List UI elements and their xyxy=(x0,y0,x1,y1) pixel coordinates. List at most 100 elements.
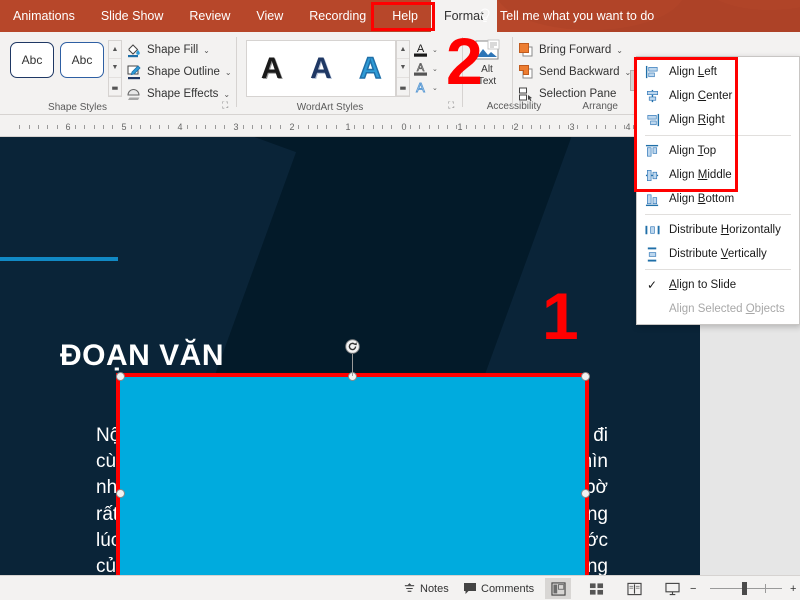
wordart-scroll-more[interactable]: ▃ xyxy=(397,78,409,96)
ruler-mark xyxy=(428,125,430,129)
ruler-mark xyxy=(493,125,495,129)
chevron-down-icon[interactable]: ⌄ xyxy=(225,68,232,77)
ribbon-tab-view[interactable]: View xyxy=(243,0,296,32)
comments-button[interactable]: Comments xyxy=(463,580,534,597)
wordart-preset-3[interactable]: A xyxy=(359,52,382,84)
rotation-handle-stem xyxy=(352,354,353,376)
resize-handle-middle-left[interactable] xyxy=(116,489,125,498)
send-backward-label: Send Backward xyxy=(539,66,620,78)
menu-item-align-middle[interactable]: Align Middle xyxy=(637,163,799,187)
ribbon-tab-help[interactable]: Help xyxy=(379,0,431,32)
align-right-icon xyxy=(641,113,663,128)
resize-handle-middle-right[interactable] xyxy=(581,489,590,498)
shape-outline-button[interactable]: Shape Outline ⌄ xyxy=(126,62,232,82)
wordart-gallery-scroll[interactable]: ▲ ▼ ▃ xyxy=(396,40,410,97)
text-outline-button[interactable]: A ⌄ xyxy=(412,59,446,78)
arrange-group-label: Arrange xyxy=(582,101,618,112)
tell-me-box[interactable]: Tell me what you want to do xyxy=(478,0,654,32)
menu-item-align-left[interactable]: Align Left xyxy=(637,60,799,84)
ruler-mark xyxy=(93,125,95,129)
text-effects-button[interactable]: A ⌄ xyxy=(412,78,446,97)
resize-handle-top-right[interactable] xyxy=(581,372,590,381)
zoom-in-button[interactable]: + xyxy=(790,580,796,597)
ruler-mark xyxy=(558,125,560,129)
ribbon-tab-slide-show[interactable]: Slide Show xyxy=(88,0,177,32)
ruler-mark xyxy=(103,125,104,129)
ribbon-tab-animations[interactable]: Animations xyxy=(0,0,88,32)
shape-styles-gallery-scroll[interactable]: ▲ ▼ ▃ xyxy=(108,40,122,97)
gallery-scroll-down[interactable]: ▼ xyxy=(109,59,121,78)
annotation-number-1: 1 xyxy=(542,279,579,353)
menu-item-label: Distribute Horizontally xyxy=(669,224,781,236)
wordart-scroll-up[interactable]: ▲ xyxy=(397,41,409,60)
ruler-mark xyxy=(84,125,86,129)
zoom-out-label: − xyxy=(690,582,697,595)
view-button-normal[interactable] xyxy=(545,578,571,599)
text-effects-icon: A xyxy=(416,80,426,96)
selection-highlight-box xyxy=(116,373,589,600)
menu-item-align-top[interactable]: Align Top xyxy=(637,139,799,163)
tab-strip[interactable]: Animations Slide Show Review View Recording H… xyxy=(0,0,497,32)
align-top-icon xyxy=(641,144,663,159)
svg-text:A: A xyxy=(417,62,425,74)
chevron-down-icon[interactable]: ⌄ xyxy=(432,84,438,92)
ruler-mark xyxy=(354,125,356,129)
notes-button[interactable]: Notes xyxy=(403,580,449,597)
rotation-handle-icon[interactable] xyxy=(345,339,360,354)
ruler-mark xyxy=(484,125,486,129)
wordart-preset-1[interactable]: A xyxy=(261,53,283,84)
chevron-down-icon[interactable]: ⌄ xyxy=(432,65,438,73)
ruler-mark xyxy=(37,125,39,129)
chevron-down-icon[interactable]: ⌄ xyxy=(432,46,438,54)
menu-item-align-to-slide[interactable]: ✓ Align to Slide xyxy=(637,273,799,297)
gallery-scroll-more[interactable]: ▃ xyxy=(109,78,121,96)
menu-item-label: Align Bottom xyxy=(669,193,735,205)
wordart-scroll-down[interactable]: ▼ xyxy=(397,59,409,78)
wordart-dialog-launcher[interactable]: ⛶ xyxy=(448,100,454,111)
menu-item-align-bottom[interactable]: Align Bottom xyxy=(637,187,799,211)
resize-handle-top-left[interactable] xyxy=(116,372,125,381)
zoom-slider-thumb[interactable] xyxy=(742,582,747,595)
ribbon-tab-recording[interactable]: Recording xyxy=(296,0,379,32)
menu-item-align-center[interactable]: Align Center xyxy=(637,84,799,108)
ribbon-tab-review[interactable]: Review xyxy=(176,0,243,32)
shape-style-preset-2[interactable]: Abc xyxy=(60,42,104,78)
annotation-number-2: 2 xyxy=(446,24,483,98)
wordart-gallery[interactable]: A A A xyxy=(246,40,396,97)
view-button-slide-show[interactable] xyxy=(659,578,685,599)
ruler-mark xyxy=(363,125,365,129)
ribbon-group-shape-styles: Abc Abc ▲ ▼ ▃ Shape Styles xyxy=(0,32,122,115)
slide-title[interactable]: ĐOẠN VĂN xyxy=(60,339,224,373)
shape-effects-label: Shape Effects xyxy=(147,88,219,100)
paint-bucket-icon xyxy=(128,44,140,58)
chevron-down-icon[interactable]: ⌄ xyxy=(223,90,230,99)
menu-item-distribute-horizontally[interactable]: Distribute Horizontally xyxy=(637,218,799,242)
ruler-label: 2 xyxy=(513,122,519,132)
view-button-reading[interactable] xyxy=(621,578,647,599)
comments-label: Comments xyxy=(481,582,535,595)
send-backward-button[interactable]: Send Backward ⌄ xyxy=(518,62,631,82)
lightbulb-icon xyxy=(480,8,490,22)
ruler-mark xyxy=(28,125,30,129)
align-bottom-icon xyxy=(641,192,663,207)
text-fill-button[interactable]: A ⌄ xyxy=(412,40,446,59)
ruler-label: 2 xyxy=(289,122,295,132)
view-button-slide-sorter[interactable] xyxy=(583,578,609,599)
tell-me-label: Tell me what you want to do xyxy=(500,9,655,23)
shape-style-preset-1[interactable]: Abc xyxy=(10,42,54,78)
menu-item-distribute-vertically[interactable]: Distribute Vertically xyxy=(637,242,799,266)
gallery-scroll-up[interactable]: ▲ xyxy=(109,41,121,60)
zoom-out-button[interactable]: − xyxy=(690,580,696,597)
wordart-preset-2[interactable]: A xyxy=(310,53,332,84)
shape-styles-dialog-launcher[interactable]: ⛶ xyxy=(222,100,228,111)
shape-effects-button[interactable]: Shape Effects ⌄ xyxy=(126,84,230,104)
chevron-down-icon[interactable]: ⌄ xyxy=(203,46,210,55)
bring-forward-button[interactable]: Bring Forward ⌄ xyxy=(518,40,623,60)
menu-item-align-right[interactable]: Align Right xyxy=(637,108,799,132)
align-dropdown-menu[interactable]: Align Left Align Center Align Right Align T… xyxy=(636,56,800,325)
chevron-down-icon[interactable]: ⌄ xyxy=(616,46,623,55)
ruler-mark xyxy=(530,125,532,129)
shape-fill-button[interactable]: Shape Fill ⌄ xyxy=(126,40,210,60)
wordart-styles-group-label: WordArt Styles xyxy=(296,102,364,113)
ruler-label: 0 xyxy=(401,122,407,132)
